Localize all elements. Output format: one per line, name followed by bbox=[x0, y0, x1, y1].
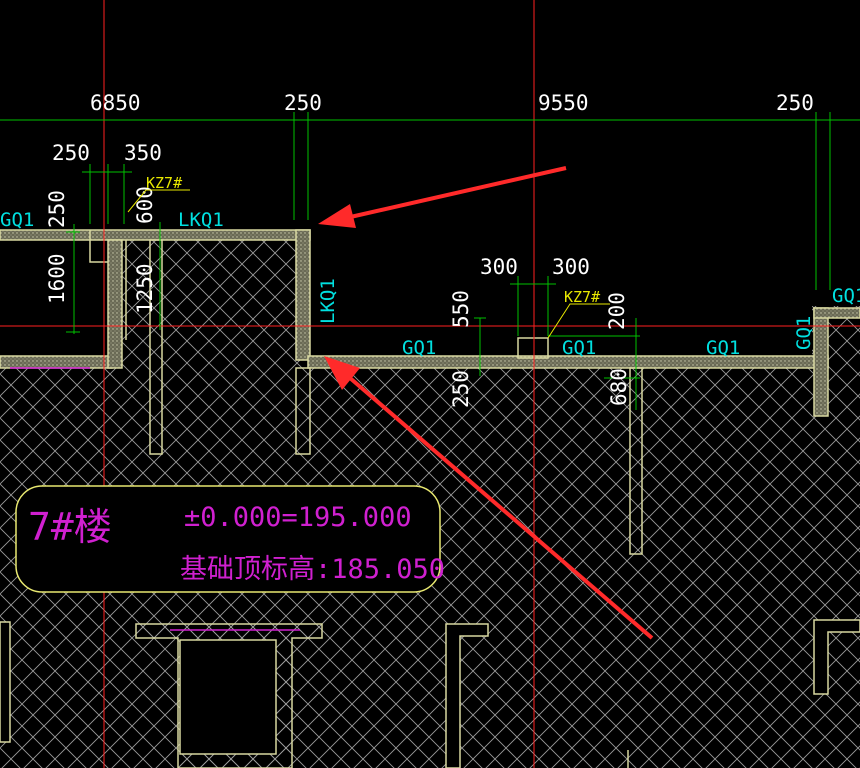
dim-250-vertical-mid: 250 bbox=[449, 370, 473, 408]
label-gq1-vertical: GQ1 bbox=[793, 316, 815, 350]
lower-left-post bbox=[0, 621, 11, 743]
dim-350-left: 350 bbox=[124, 141, 162, 165]
label-lkq1-vertical: LKQ1 bbox=[317, 278, 339, 324]
dim-250-vertical: 250 bbox=[45, 190, 69, 228]
dim-200-vertical: 200 bbox=[605, 292, 629, 330]
dim-550-vertical: 550 bbox=[449, 290, 473, 328]
wall-top-left bbox=[0, 229, 311, 241]
foundation-text: 基础顶标高:185.050 bbox=[180, 554, 445, 585]
dim-9550: 9550 bbox=[538, 91, 589, 115]
hatched-ground-region bbox=[0, 230, 860, 768]
wall-bottom-left bbox=[0, 355, 113, 369]
arrow-head-upper bbox=[318, 204, 356, 228]
dim-250-left: 250 bbox=[52, 141, 90, 165]
wall-right-top bbox=[813, 307, 860, 319]
label-kz7-left: KZ7# bbox=[146, 174, 182, 192]
wall-left-post bbox=[107, 239, 123, 369]
label-gq1-a: GQ1 bbox=[402, 337, 436, 359]
label-gq1-right: GQ1 bbox=[832, 285, 860, 307]
cad-drawing-canvas[interactable]: 6850 250 9550 250 250 350 250 600 1600 1… bbox=[0, 0, 860, 768]
label-gq1-c: GQ1 bbox=[706, 337, 740, 359]
dim-1600-vertical: 1600 bbox=[45, 253, 69, 304]
building-name: 7#楼 bbox=[28, 505, 112, 549]
elevation-text: ±0.000=195.000 bbox=[184, 502, 412, 533]
label-gq1-b: GQ1 bbox=[562, 337, 596, 359]
dim-300-a: 300 bbox=[480, 255, 518, 279]
dim-1250-vertical: 1250 bbox=[133, 263, 157, 314]
dim-250-b: 250 bbox=[776, 91, 814, 115]
wall-lkq1-vertical bbox=[295, 229, 311, 361]
label-kz7-mid: KZ7# bbox=[564, 288, 600, 306]
dim-6850: 6850 bbox=[90, 91, 141, 115]
dim-680-vertical: 680 bbox=[607, 368, 631, 406]
wall-right-post bbox=[813, 307, 829, 417]
top-dimensions: 6850 250 9550 250 bbox=[90, 91, 814, 115]
dim-250-a: 250 bbox=[284, 91, 322, 115]
info-box: 7#楼 ±0.000=195.000 基础顶标高:185.050 bbox=[15, 485, 445, 593]
label-lkq1-top: LKQ1 bbox=[178, 209, 224, 231]
dim-300-b: 300 bbox=[552, 255, 590, 279]
label-gq1-left: GQ1 bbox=[0, 209, 34, 231]
